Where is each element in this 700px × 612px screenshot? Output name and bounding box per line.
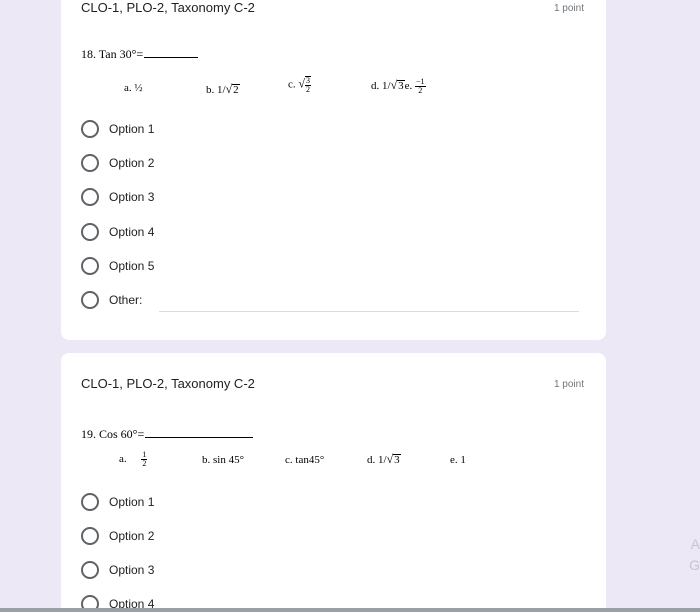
side-watermark-a: A xyxy=(690,536,700,552)
radio-button[interactable] xyxy=(81,188,99,206)
side-watermark-g: G xyxy=(689,557,700,573)
points-label: 1 point xyxy=(553,3,584,14)
option-3[interactable]: Option 3 xyxy=(81,560,154,580)
question-card-18: CLO-1, PLO-2, Taxonomy C-2 1 point 18. T… xyxy=(61,0,606,340)
radio-button[interactable] xyxy=(81,154,99,172)
option-1[interactable]: Option 1 xyxy=(81,119,154,139)
radio-button[interactable] xyxy=(81,527,99,545)
answer-blank xyxy=(145,428,254,438)
option-4[interactable]: Option 4 xyxy=(81,222,154,242)
option-other[interactable]: Other: xyxy=(81,290,142,310)
question-text: 19. Cos 60°= xyxy=(81,427,254,442)
choice-b: b. sin 45° xyxy=(202,454,244,466)
scrollbar-track[interactable] xyxy=(0,608,700,612)
question-header: CLO-1, PLO-2, Taxonomy C-2 xyxy=(81,376,255,391)
radio-button[interactable] xyxy=(81,223,99,241)
radio-button[interactable] xyxy=(81,120,99,138)
question-card-19: CLO-1, PLO-2, Taxonomy C-2 1 point 19. C… xyxy=(61,353,606,612)
choice-c: c. tan45° xyxy=(285,454,325,466)
points-label: 1 point xyxy=(553,379,584,390)
radio-button[interactable] xyxy=(81,291,99,309)
choice-b: b. 1/√2 xyxy=(206,82,240,96)
choice-d: d. 1/√3e. −1 2 xyxy=(371,77,426,95)
choice-c: c. √ 3 2 xyxy=(288,76,311,94)
radio-button[interactable] xyxy=(81,257,99,275)
choice-e: e. 1 xyxy=(450,454,466,466)
choice-a: a. 12 xyxy=(119,450,148,468)
option-2[interactable]: Option 2 xyxy=(81,526,154,546)
answer-blank xyxy=(144,48,199,58)
option-5[interactable]: Option 5 xyxy=(81,256,154,276)
other-text-input[interactable] xyxy=(159,311,579,312)
option-3[interactable]: Option 3 xyxy=(81,187,154,207)
question-text: 18. Tan 30°= xyxy=(81,47,199,62)
choice-a: a. ½ xyxy=(124,82,143,94)
option-2[interactable]: Option 2 xyxy=(81,153,154,173)
option-1[interactable]: Option 1 xyxy=(81,492,154,512)
radio-button[interactable] xyxy=(81,561,99,579)
radio-button[interactable] xyxy=(81,493,99,511)
question-header: CLO-1, PLO-2, Taxonomy C-2 xyxy=(81,0,255,15)
choice-d: d. 1/√3 xyxy=(367,452,401,466)
